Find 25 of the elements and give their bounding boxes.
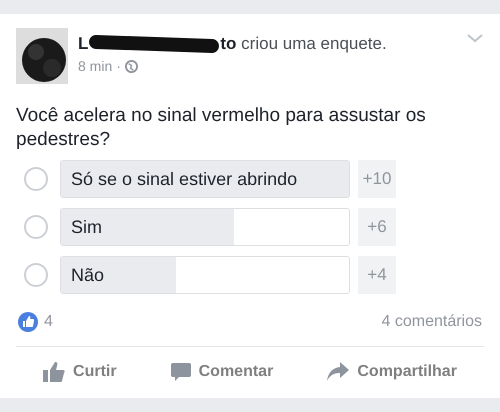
- separator: ·: [116, 58, 121, 74]
- share-button[interactable]: Compartilhar: [323, 358, 461, 386]
- vote-count[interactable]: +4: [358, 256, 396, 294]
- like-count: 4: [44, 313, 53, 331]
- radio-button[interactable]: [24, 167, 48, 191]
- comment-button[interactable]: Comentar: [166, 358, 278, 386]
- poll-option-bar[interactable]: Não: [60, 256, 350, 294]
- speech-bubble-icon: [170, 362, 191, 382]
- poll-option-bar[interactable]: Só se o sinal estiver abrindo: [60, 160, 350, 198]
- like-reaction-icon[interactable]: [18, 312, 38, 332]
- vote-count[interactable]: +6: [358, 208, 396, 246]
- comments-count[interactable]: 4 comentários: [382, 313, 482, 331]
- vote-count[interactable]: +10: [358, 160, 396, 198]
- poll-question: Você acelera no sinal vermelho para assustar os pedestres?: [16, 104, 427, 152]
- post-time: 8 min: [78, 58, 112, 74]
- thumbs-up-icon: [43, 362, 66, 382]
- share-arrow-icon: [327, 362, 350, 382]
- like-button[interactable]: Curtir: [39, 358, 121, 386]
- avatar: [16, 28, 68, 84]
- radio-button[interactable]: [24, 263, 48, 287]
- radio-button[interactable]: [24, 215, 48, 239]
- globe-icon: [124, 60, 138, 72]
- chevron-down-icon[interactable]: [466, 32, 484, 44]
- poll-option-bar[interactable]: Sim: [60, 208, 350, 246]
- post-author-line: L to criou uma enquete.: [78, 34, 388, 54]
